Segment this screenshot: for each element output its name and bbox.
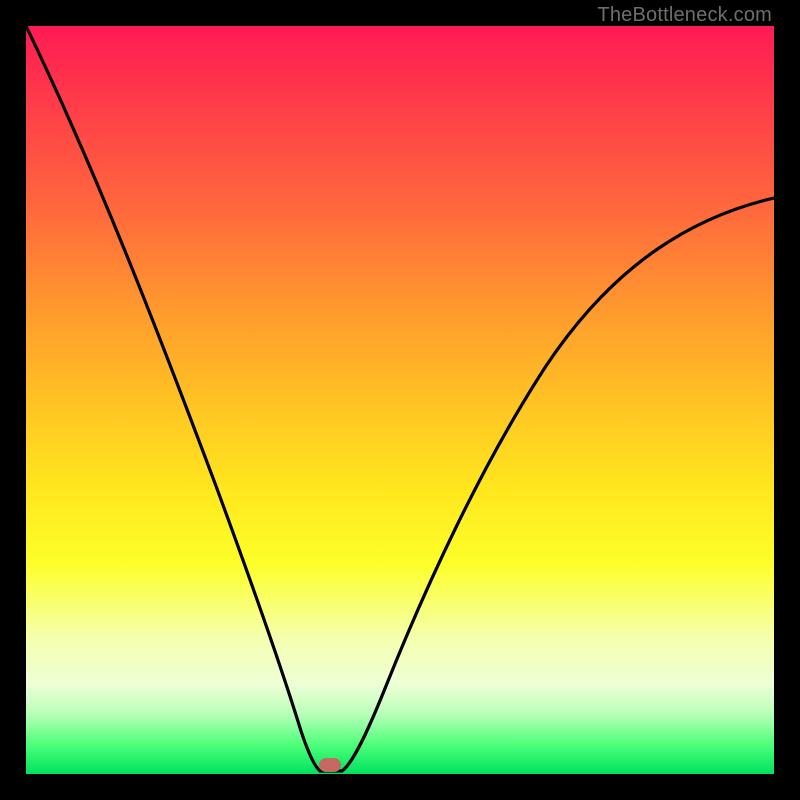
curve-path bbox=[26, 26, 774, 771]
watermark-text: TheBottleneck.com bbox=[597, 4, 772, 27]
optimal-point-marker bbox=[319, 758, 341, 772]
bottleneck-curve bbox=[26, 26, 774, 774]
chart-frame: TheBottleneck.com bbox=[0, 0, 800, 800]
chart-plot-area bbox=[26, 26, 774, 774]
